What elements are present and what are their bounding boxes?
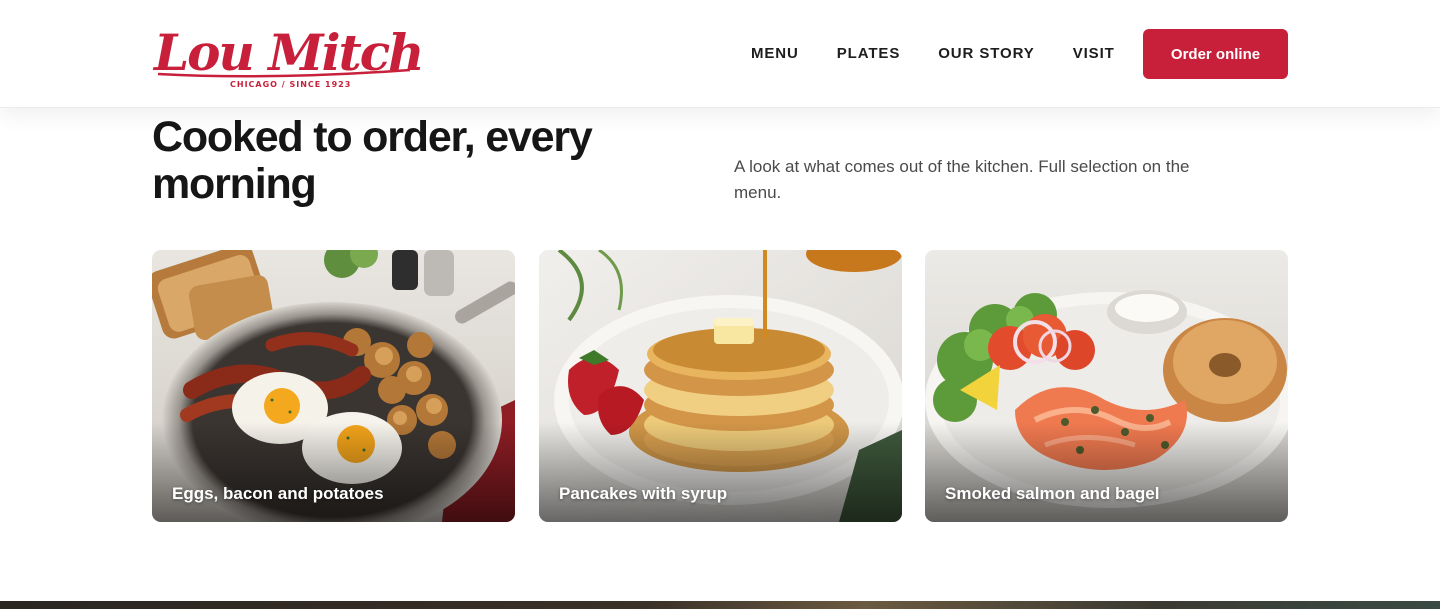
nav-visit[interactable]: VISIT: [1073, 45, 1115, 63]
main-nav: MENU PLATES OUR STORY VISIT: [751, 45, 1115, 63]
nav-menu[interactable]: MENU: [751, 45, 799, 63]
page-title: Cooked to order, every morning: [152, 113, 593, 208]
nav-plates[interactable]: PLATES: [837, 45, 900, 63]
plate-card-eggs[interactable]: Eggs, bacon and potatoes: [152, 250, 515, 522]
brand-logo[interactable]: Lou Mitchell's CHICAGO / SINCE 1923: [152, 14, 422, 94]
card-caption: Smoked salmon and bagel: [945, 484, 1160, 503]
caption-overlay: [539, 422, 902, 522]
logo-tagline: CHICAGO / SINCE 1923: [230, 80, 351, 89]
caption-overlay: [152, 422, 515, 522]
plate-card-pancakes[interactable]: Pancakes with syrup: [539, 250, 902, 522]
card-caption: Eggs, bacon and potatoes: [172, 484, 384, 503]
intro-description: A look at what comes out of the kitchen.…: [734, 157, 1190, 202]
site-header: Lou Mitchell's CHICAGO / SINCE 1923 MENU…: [0, 0, 1440, 108]
plate-card-salmon[interactable]: Smoked salmon and bagel: [925, 250, 1288, 522]
order-online-button[interactable]: Order online: [1143, 29, 1288, 79]
caption-overlay: [925, 422, 1288, 522]
card-caption: Pancakes with syrup: [559, 484, 728, 503]
nav-our-story[interactable]: OUR STORY: [938, 45, 1034, 63]
next-section-edge: [0, 601, 1440, 609]
